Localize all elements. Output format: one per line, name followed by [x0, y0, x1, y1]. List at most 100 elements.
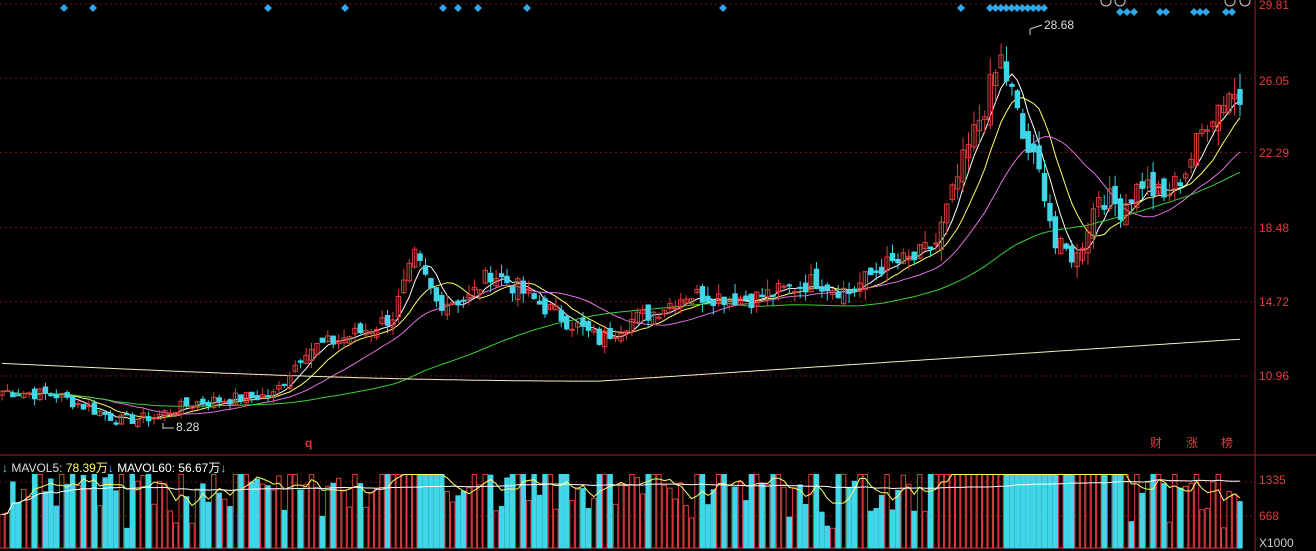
volume-bar: [31, 474, 38, 549]
volume-bar: [433, 474, 440, 549]
volume-bar: [183, 496, 190, 549]
volume-bar: [721, 474, 727, 549]
volume-bar: [895, 489, 901, 549]
volume-bar: [42, 491, 49, 549]
volume-bar: [498, 506, 505, 549]
volume-bar: [705, 504, 711, 549]
candle-body: [732, 293, 738, 306]
volume-bar: [1139, 492, 1145, 549]
candle-body: [895, 258, 901, 264]
candle-body: [781, 285, 787, 288]
candle-body: [183, 397, 190, 406]
volume-bar: [1063, 474, 1069, 549]
volume-bar: [911, 510, 917, 549]
volume-bar: [835, 474, 841, 549]
volume-bar: [1161, 483, 1167, 549]
volume-bar: [732, 486, 738, 549]
volume-legend: ↓ MAVOL5: 78.39万↓ MAVOL60: 56.67万↓: [2, 461, 227, 475]
badge-limit-up[interactable]: 涨: [1186, 435, 1198, 450]
volume-bar: [91, 474, 98, 549]
candle-body: [851, 288, 858, 291]
candle-body: [227, 399, 233, 405]
candle-body: [1020, 113, 1026, 139]
candle-body: [330, 335, 336, 345]
candle-body: [1025, 131, 1031, 153]
candle-body: [1014, 90, 1021, 109]
candle-body: [911, 251, 917, 261]
candle-body: [873, 270, 879, 273]
candle-body: [1166, 194, 1173, 197]
candle-body: [460, 299, 467, 302]
volume-bar: [927, 474, 934, 549]
candle-body: [802, 282, 809, 293]
volume-bar: [710, 489, 717, 549]
candle-body: [107, 413, 114, 421]
candle-body: [487, 272, 494, 283]
candle-body: [770, 294, 776, 297]
candle-body: [656, 316, 662, 319]
candle-body: [1128, 199, 1135, 203]
volume-bar: [819, 511, 825, 549]
high-price-label: 28.68: [1044, 18, 1074, 32]
volume-bar: [297, 489, 304, 549]
candle-body: [254, 395, 260, 401]
candle-body: [1009, 83, 1015, 87]
volume-bar: [113, 490, 119, 549]
candle-body: [64, 392, 70, 398]
candle-body: [433, 287, 440, 302]
badge-finance[interactable]: 财: [1150, 436, 1162, 450]
candle-body: [580, 317, 586, 327]
mavol60-value: 56.67万: [178, 461, 221, 475]
down-arrow-icon: ↓: [107, 461, 114, 475]
candle-body: [48, 393, 54, 397]
volume-bar: [330, 482, 336, 549]
candle-body: [102, 411, 108, 415]
volume-bar: [48, 478, 54, 549]
badge-ranking[interactable]: 榜: [1221, 435, 1233, 450]
candle-body: [564, 315, 570, 330]
candle-body: [1150, 172, 1156, 197]
price-tick: 18.48: [1259, 221, 1289, 235]
candle-body: [569, 328, 575, 331]
candle-body: [1030, 143, 1037, 153]
candle-body: [759, 294, 765, 298]
candle-body: [26, 392, 32, 395]
price-tick: 29.81: [1259, 0, 1289, 12]
candle-body: [129, 414, 136, 424]
price-tick: 22.29: [1259, 146, 1289, 160]
candle-body: [1161, 178, 1167, 198]
candle-body: [249, 391, 255, 398]
volume-bar: [542, 474, 548, 549]
candle-body: [743, 295, 749, 301]
candle-body: [645, 304, 651, 321]
candle-body: [428, 278, 434, 289]
volume-bar: [281, 509, 288, 549]
volume-bar: [868, 510, 874, 549]
candle-body: [927, 246, 934, 250]
price-tick: 26.05: [1259, 74, 1289, 88]
candle-body: [1003, 61, 1010, 82]
mavol5-value: 78.39万: [65, 461, 108, 475]
candle-body: [91, 402, 98, 415]
candle-body: [10, 392, 16, 398]
volume-bar: [124, 527, 130, 549]
volume-bar: [129, 474, 136, 549]
volume-bar: [531, 474, 537, 549]
volume-bar: [1237, 501, 1243, 549]
volume-bar: [69, 474, 76, 549]
candle-body: [1117, 198, 1124, 220]
volume-bar: [797, 484, 803, 549]
down-arrow-icon: ↓: [220, 461, 227, 475]
volume-bar: [1101, 474, 1107, 549]
volume-bar: [520, 474, 526, 549]
volume-bar: [1128, 521, 1135, 549]
candle-body: [889, 253, 896, 262]
volume-bar: [1112, 474, 1118, 549]
volume-bar: [1150, 474, 1156, 549]
candle-body: [167, 412, 174, 415]
event-marker-q[interactable]: q: [305, 436, 312, 450]
volume-bar: [1052, 474, 1059, 549]
volume-bar: [824, 525, 831, 549]
candle-body: [878, 266, 885, 275]
price-tick: 10.96: [1259, 369, 1289, 383]
